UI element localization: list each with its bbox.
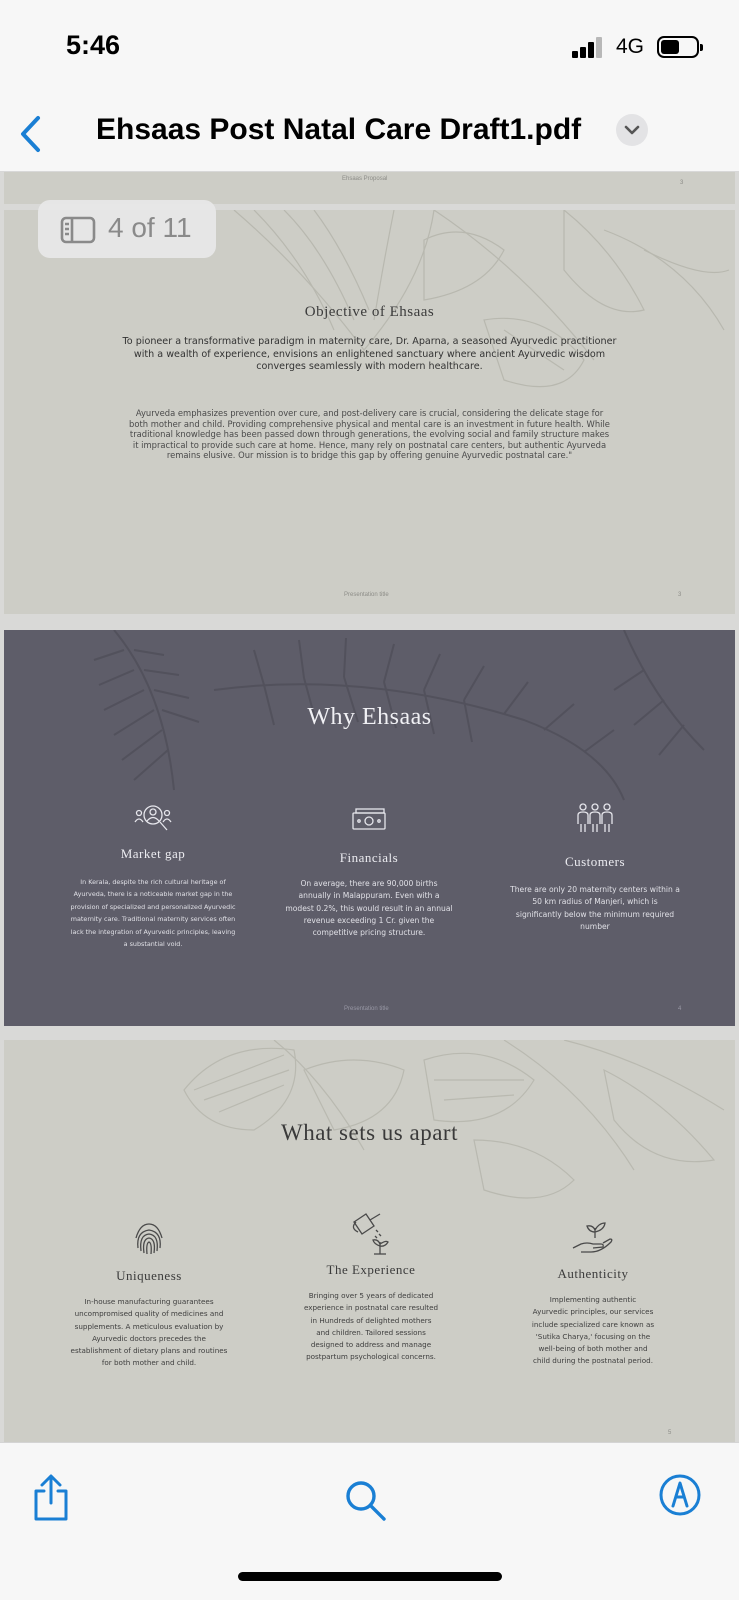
column-title: Customers bbox=[564, 854, 626, 869]
chevron-down-icon bbox=[624, 125, 640, 135]
slide-title: Objective of Ehsaas bbox=[304, 304, 435, 320]
page-indicator-label: 4 of 11 bbox=[108, 212, 192, 243]
fingerprint-icon bbox=[135, 1223, 163, 1255]
pdf-page-scroller[interactable]: Ehsaas Proposal 3 Objective of Ehsaas To… bbox=[0, 172, 739, 1442]
market-research-icon bbox=[134, 805, 172, 831]
column-financials: Financials On average, there are 90,000 … bbox=[266, 804, 472, 939]
column-authenticity: Authenticity Implementing authentic Ayur… bbox=[488, 1220, 698, 1368]
slide-title: Why Ehsaas bbox=[307, 704, 432, 730]
page-number: 3 bbox=[680, 180, 684, 186]
column-title: Uniqueness bbox=[116, 1268, 182, 1283]
sidebar-thumbnails-icon bbox=[60, 216, 96, 244]
page-footer-text: Presentation title bbox=[344, 1006, 389, 1012]
column-title: The Experience bbox=[326, 1262, 416, 1277]
share-icon bbox=[34, 1474, 68, 1521]
home-indicator bbox=[238, 1572, 502, 1581]
objective-lead: To pioneer a transformative paradigm in … bbox=[122, 336, 617, 372]
column-title: Financials bbox=[339, 850, 399, 865]
column-body: In-house manufacturing guarantees uncomp… bbox=[70, 1297, 228, 1368]
title-menu-button[interactable] bbox=[616, 114, 648, 146]
markup-icon bbox=[659, 1474, 701, 1516]
column-body: There are only 20 maternity centers with… bbox=[510, 885, 680, 931]
pdf-page-why-ehsaas: Why Ehsaas Market gap In Kerala, despite… bbox=[4, 630, 735, 1026]
page-number: 4 bbox=[678, 1006, 682, 1012]
cellular-signal-icon bbox=[572, 36, 602, 58]
slide-title: What sets us apart bbox=[281, 1120, 458, 1145]
page-indicator[interactable]: 4 of 11 bbox=[38, 200, 216, 258]
status-time: 5:46 bbox=[66, 30, 121, 60]
share-button[interactable] bbox=[30, 1473, 72, 1528]
battery-icon bbox=[657, 36, 703, 58]
column-uniqueness: Uniqueness In-house manufacturing guaran… bbox=[44, 1218, 254, 1370]
pdf-page-what-sets-us-apart: What sets us apart Uniqueness In-house m… bbox=[4, 1040, 735, 1442]
column-body: Bringing over 5 years of dedicated exper… bbox=[303, 1291, 439, 1362]
markup-button[interactable] bbox=[658, 1473, 702, 1522]
column-title: Market gap bbox=[120, 846, 186, 861]
page-number: 3 bbox=[678, 592, 682, 598]
column-the-experience: The Experience Bringing over 5 years of … bbox=[268, 1210, 474, 1364]
chevron-left-icon bbox=[21, 116, 40, 152]
column-customers: Customers There are only 20 maternity ce… bbox=[490, 800, 700, 933]
column-body: On average, there are 90,000 births annu… bbox=[285, 879, 453, 938]
back-button[interactable] bbox=[14, 112, 50, 156]
watering-can-icon bbox=[352, 1213, 389, 1255]
pdf-page-objective: Objective of Ehsaas To pioneer a transfo… bbox=[4, 210, 735, 614]
column-title: Authenticity bbox=[557, 1266, 629, 1281]
search-button[interactable] bbox=[344, 1479, 388, 1528]
column-market-gap: Market gap In Kerala, despite the rich c… bbox=[50, 802, 256, 950]
page-footer-text: Presentation title bbox=[344, 592, 389, 598]
status-bar: 5:46 4G bbox=[0, 0, 739, 96]
page-header-text: Ehsaas Proposal bbox=[342, 176, 388, 182]
network-type: 4G bbox=[616, 35, 645, 58]
people-group-icon bbox=[577, 803, 613, 832]
document-title[interactable]: Ehsaas Post Natal Care Draft1.pdf bbox=[96, 113, 581, 147]
column-body: In Kerala, despite the rich cultural her… bbox=[70, 878, 236, 949]
money-icon bbox=[352, 808, 386, 830]
search-icon bbox=[346, 1481, 386, 1521]
column-body: Implementing authentic Ayurvedic princip… bbox=[531, 1295, 655, 1366]
navigation-bar: Ehsaas Post Natal Care Draft1.pdf bbox=[0, 96, 739, 172]
hand-sprout-icon bbox=[572, 1222, 613, 1253]
page-number: 5 bbox=[668, 1430, 672, 1436]
objective-body: Ayurveda emphasizes prevention over cure… bbox=[129, 408, 610, 460]
